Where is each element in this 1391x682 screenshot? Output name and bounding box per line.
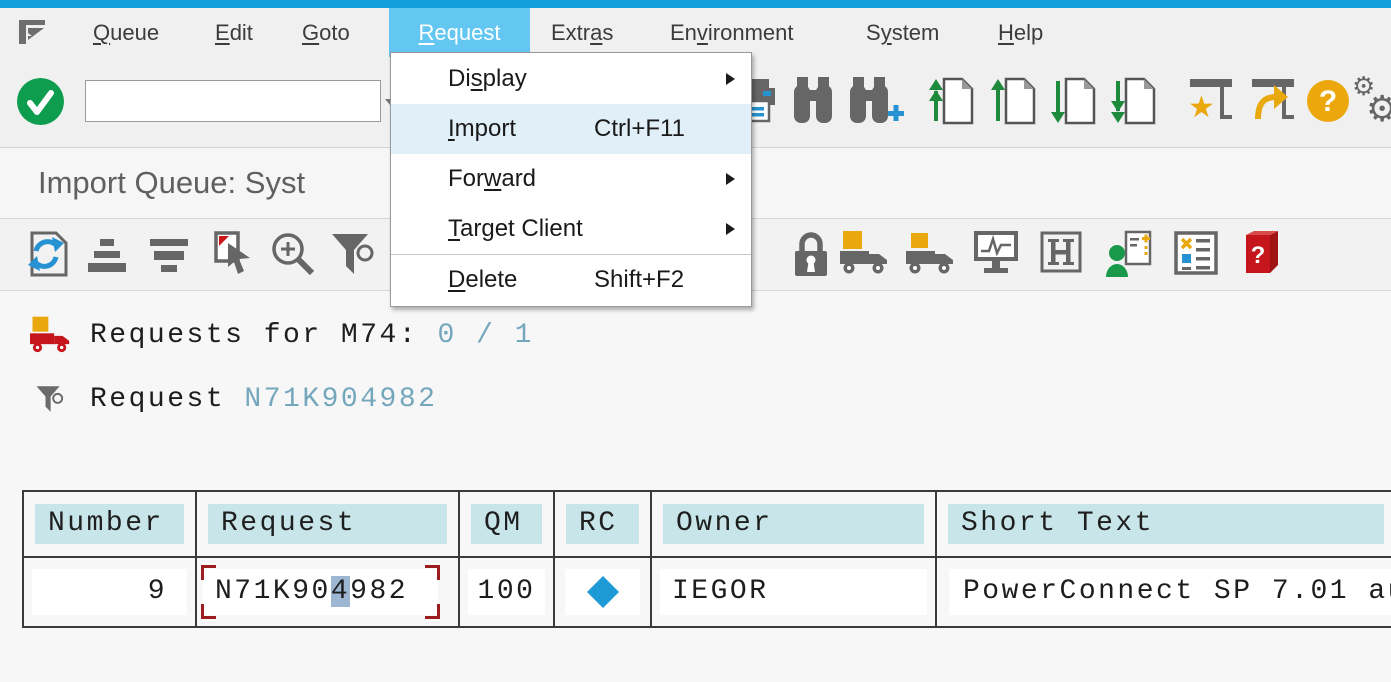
request-label: Request: [90, 384, 244, 415]
request-number: N71K904982: [244, 384, 437, 415]
table-row-cell-number: 9: [24, 558, 197, 628]
table-row-cell-owner: IEGOR: [652, 558, 937, 628]
rc-status-field[interactable]: [565, 569, 640, 615]
focus-corner-icon: [201, 604, 216, 619]
filter-icon[interactable]: [328, 229, 378, 279]
text-cursor: 4: [331, 576, 350, 607]
column-header-rc: RC: [555, 492, 652, 558]
enter-button[interactable]: [17, 78, 64, 125]
shortcut-label: Ctrl+F11: [594, 104, 685, 154]
first-page-icon[interactable]: [928, 75, 976, 127]
content-area: Requests for M74: 0 / 1 Request N71K9049…: [0, 291, 1391, 682]
column-header-owner: Owner: [652, 492, 937, 558]
column-header-chip[interactable]: Owner: [663, 504, 924, 544]
column-header-chip[interactable]: QM: [471, 504, 542, 544]
create-shortcut-icon[interactable]: [1248, 75, 1298, 123]
choose-detail-icon[interactable]: [268, 229, 318, 279]
last-page-icon[interactable]: [1110, 75, 1158, 127]
session-menu-icon[interactable]: [18, 19, 48, 46]
menu-help[interactable]: Help: [998, 8, 1043, 57]
focus-corner-icon: [425, 565, 440, 580]
new-session-icon[interactable]: ★: [1186, 75, 1236, 123]
import-request-icon[interactable]: [838, 229, 890, 277]
menu-goto[interactable]: Goto: [302, 8, 350, 57]
import-queue-table: Number Request QM RC Owner Short Text 9 …: [22, 490, 1391, 628]
focus-corner-icon: [425, 604, 440, 619]
user-queue-icon[interactable]: [1104, 229, 1154, 279]
filter-funnel-icon: [34, 381, 66, 417]
menu-bar: Queue Edit Goto Request Extras Environme…: [0, 8, 1391, 57]
previous-page-icon[interactable]: [990, 75, 1038, 127]
help-icon[interactable]: ?: [1306, 79, 1350, 123]
menu-extras[interactable]: Extras: [551, 8, 613, 57]
requests-label: Requests for M74:: [90, 320, 437, 351]
svg-text:★: ★: [1188, 90, 1215, 123]
short-text-value[interactable]: PowerConnect SP 7.01 au: [949, 569, 1391, 615]
focus-corner-icon: [201, 565, 216, 580]
svg-text:⚙: ⚙: [1366, 89, 1391, 129]
menu-item-delete[interactable]: Delete Shift+F2: [391, 255, 751, 305]
shortcut-label: Shift+F2: [594, 255, 684, 305]
request-value-field[interactable]: N71K904982: [203, 569, 438, 615]
column-header-chip[interactable]: Number: [35, 504, 184, 544]
select-block-icon[interactable]: [208, 229, 258, 279]
next-page-icon[interactable]: [1050, 75, 1098, 127]
menu-environment[interactable]: Environment: [670, 8, 794, 57]
refresh-icon[interactable]: [22, 229, 70, 279]
diamond-blue-icon: [585, 574, 621, 610]
menu-queue[interactable]: Queue: [93, 8, 159, 57]
import-monitor-icon[interactable]: [972, 229, 1022, 277]
window-accent-strip: [0, 0, 1391, 8]
submenu-arrow-icon: [726, 223, 735, 235]
submenu-arrow-icon: [726, 173, 735, 185]
column-header-chip[interactable]: RC: [566, 504, 639, 544]
sort-descending-icon[interactable]: [146, 237, 192, 275]
page-title: Import Queue: Syst: [38, 148, 305, 218]
find-next-icon[interactable]: [846, 75, 904, 127]
command-field[interactable]: [85, 80, 381, 122]
column-header-chip[interactable]: Request: [208, 504, 447, 544]
number-value[interactable]: 9: [32, 569, 187, 615]
table-row-cell-qm: 100: [460, 558, 555, 628]
requests-count: 0 / 1: [437, 320, 534, 351]
menu-item-import[interactable]: Import Ctrl+F11: [391, 104, 751, 154]
history-icon[interactable]: [1038, 229, 1084, 275]
truck-red-icon: [28, 315, 72, 355]
request-dropdown-menu: Display Import Ctrl+F11 Forward Target C…: [390, 52, 752, 307]
qm-value[interactable]: 100: [468, 569, 545, 615]
menu-item-forward[interactable]: Forward: [391, 154, 751, 204]
find-icon[interactable]: [790, 75, 836, 125]
table-row-cell-rc: [555, 558, 652, 628]
column-header-chip[interactable]: Short Text: [948, 504, 1384, 544]
owner-value[interactable]: IEGOR: [660, 569, 927, 615]
customize-layout-icon[interactable]: ⚙ ⚙: [1352, 73, 1391, 129]
logs-icon[interactable]: [1172, 229, 1220, 277]
column-header-number: Number: [24, 492, 197, 558]
menu-item-display[interactable]: Display: [391, 54, 751, 104]
help-book-icon[interactable]: ?: [1240, 229, 1284, 277]
sort-ascending-icon[interactable]: [84, 237, 130, 275]
submenu-arrow-icon: [726, 73, 735, 85]
lock-icon[interactable]: [790, 229, 832, 279]
svg-text:?: ?: [1319, 85, 1337, 118]
menu-edit[interactable]: Edit: [215, 8, 253, 57]
svg-text:?: ?: [1251, 242, 1266, 269]
menu-request[interactable]: Request: [389, 8, 530, 57]
column-header-request: Request: [197, 492, 460, 558]
table-row-cell-shorttext: PowerConnect SP 7.01 au: [937, 558, 1391, 628]
column-header-qm: QM: [460, 492, 555, 558]
menu-item-target-client[interactable]: Target Client: [391, 204, 751, 254]
column-header-shorttext: Short Text: [937, 492, 1391, 558]
import-all-requests-icon[interactable]: [904, 229, 956, 277]
table-row-cell-request: N71K904982: [197, 558, 460, 628]
menu-system[interactable]: System: [866, 8, 939, 57]
